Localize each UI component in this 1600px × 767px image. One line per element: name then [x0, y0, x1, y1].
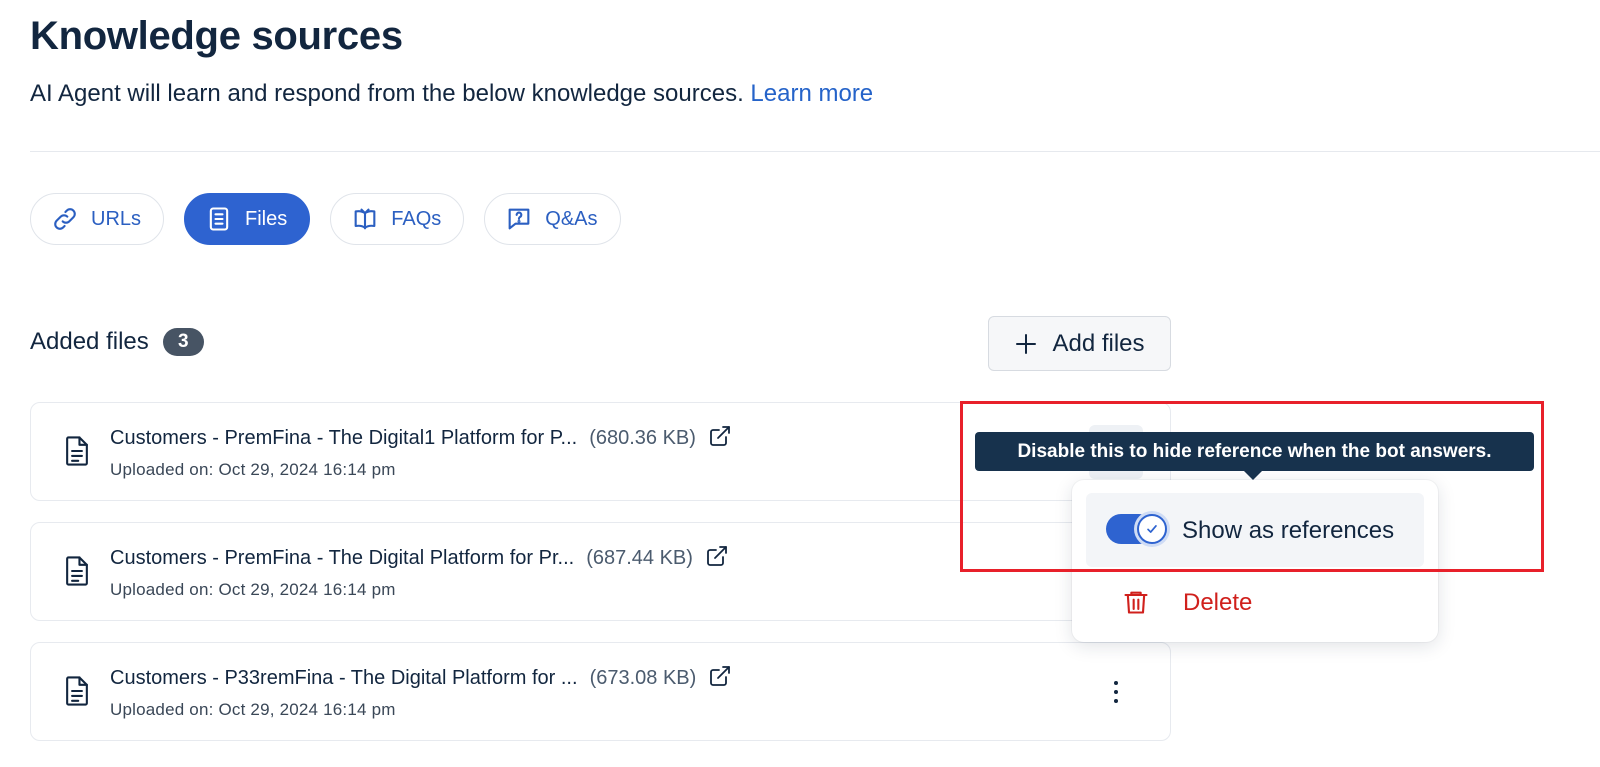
plus-icon [1016, 333, 1037, 354]
trash-icon [1124, 591, 1148, 614]
file-name[interactable]: Customers - PremFina - The Digital1 Plat… [110, 427, 577, 450]
tab-urls-label: URLs [91, 207, 142, 230]
upload-date: Uploaded on: Oct 29, 2024 16:14 pm [110, 580, 396, 599]
learn-more-link[interactable]: Learn more [750, 80, 873, 107]
show-as-references-item[interactable]: Show as references [1086, 493, 1424, 567]
file-size: (680.36 KB) [589, 427, 696, 449]
add-files-button[interactable]: Add files [988, 316, 1171, 371]
page-title: Knowledge sources [30, 14, 403, 58]
check-icon [1147, 525, 1157, 533]
question-chat-icon [508, 208, 530, 230]
file-name-row: Customers - PremFina - The Digital Platf… [110, 544, 729, 570]
delete-menu-item[interactable]: Delete [1086, 576, 1424, 628]
file-size: (687.44 KB) [586, 547, 693, 569]
tab-files-label: Files [245, 207, 288, 230]
document-icon [209, 207, 229, 231]
show-references-label: Show as references [1182, 517, 1395, 544]
source-tabs: URLs Files FAQs Q&As [30, 193, 621, 245]
file-name[interactable]: Customers - P33remFina - The Digital Pla… [110, 667, 578, 690]
upload-date: Uploaded on: Oct 29, 2024 16:14 pm [110, 700, 396, 719]
external-link-icon[interactable] [708, 424, 732, 448]
file-size: (673.08 KB) [589, 667, 697, 689]
tab-qas[interactable]: Q&As [484, 193, 621, 245]
file-document-icon [66, 436, 88, 466]
file-name-row: Customers - P33remFina - The Digital Pla… [110, 664, 732, 690]
subtitle-text: AI Agent will learn and respond from the… [30, 80, 744, 107]
added-files-heading: Added files 3 [30, 328, 204, 356]
file-name-row: Customers - PremFina - The Digital1 Plat… [110, 424, 732, 450]
show-references-toggle[interactable] [1106, 511, 1170, 547]
delete-label: Delete [1183, 589, 1253, 616]
book-icon [354, 208, 376, 230]
upload-date: Uploaded on: Oct 29, 2024 16:14 pm [110, 460, 396, 479]
tooltip-arrow [1243, 470, 1263, 480]
link-icon [54, 208, 76, 230]
file-name[interactable]: Customers - PremFina - The Digital Platf… [110, 547, 574, 570]
tab-files[interactable]: Files [184, 193, 311, 245]
more-options-button[interactable] [1105, 675, 1127, 709]
added-files-label: Added files [30, 328, 149, 355]
tab-faqs-label: FAQs [391, 207, 442, 230]
tab-qas-label: Q&As [545, 207, 598, 230]
page-subtitle: AI Agent will learn and respond from the… [30, 80, 873, 108]
references-tooltip: Disable this to hide reference when the … [975, 432, 1534, 471]
tab-urls[interactable]: URLs [30, 193, 165, 245]
header-divider [30, 151, 1600, 152]
toggle-knob [1137, 514, 1167, 544]
file-options-menu: Show as references Delete [1072, 480, 1438, 642]
file-document-icon [66, 556, 88, 586]
tab-faqs[interactable]: FAQs [330, 193, 465, 245]
file-document-icon [66, 676, 88, 706]
file-card: Customers - PremFina - The Digital Platf… [30, 522, 1171, 621]
files-count-badge: 3 [162, 328, 204, 356]
external-link-icon[interactable] [708, 664, 732, 688]
external-link-icon[interactable] [705, 544, 729, 568]
add-files-label: Add files [1052, 329, 1145, 357]
file-card: Customers - P33remFina - The Digital Pla… [30, 642, 1171, 741]
